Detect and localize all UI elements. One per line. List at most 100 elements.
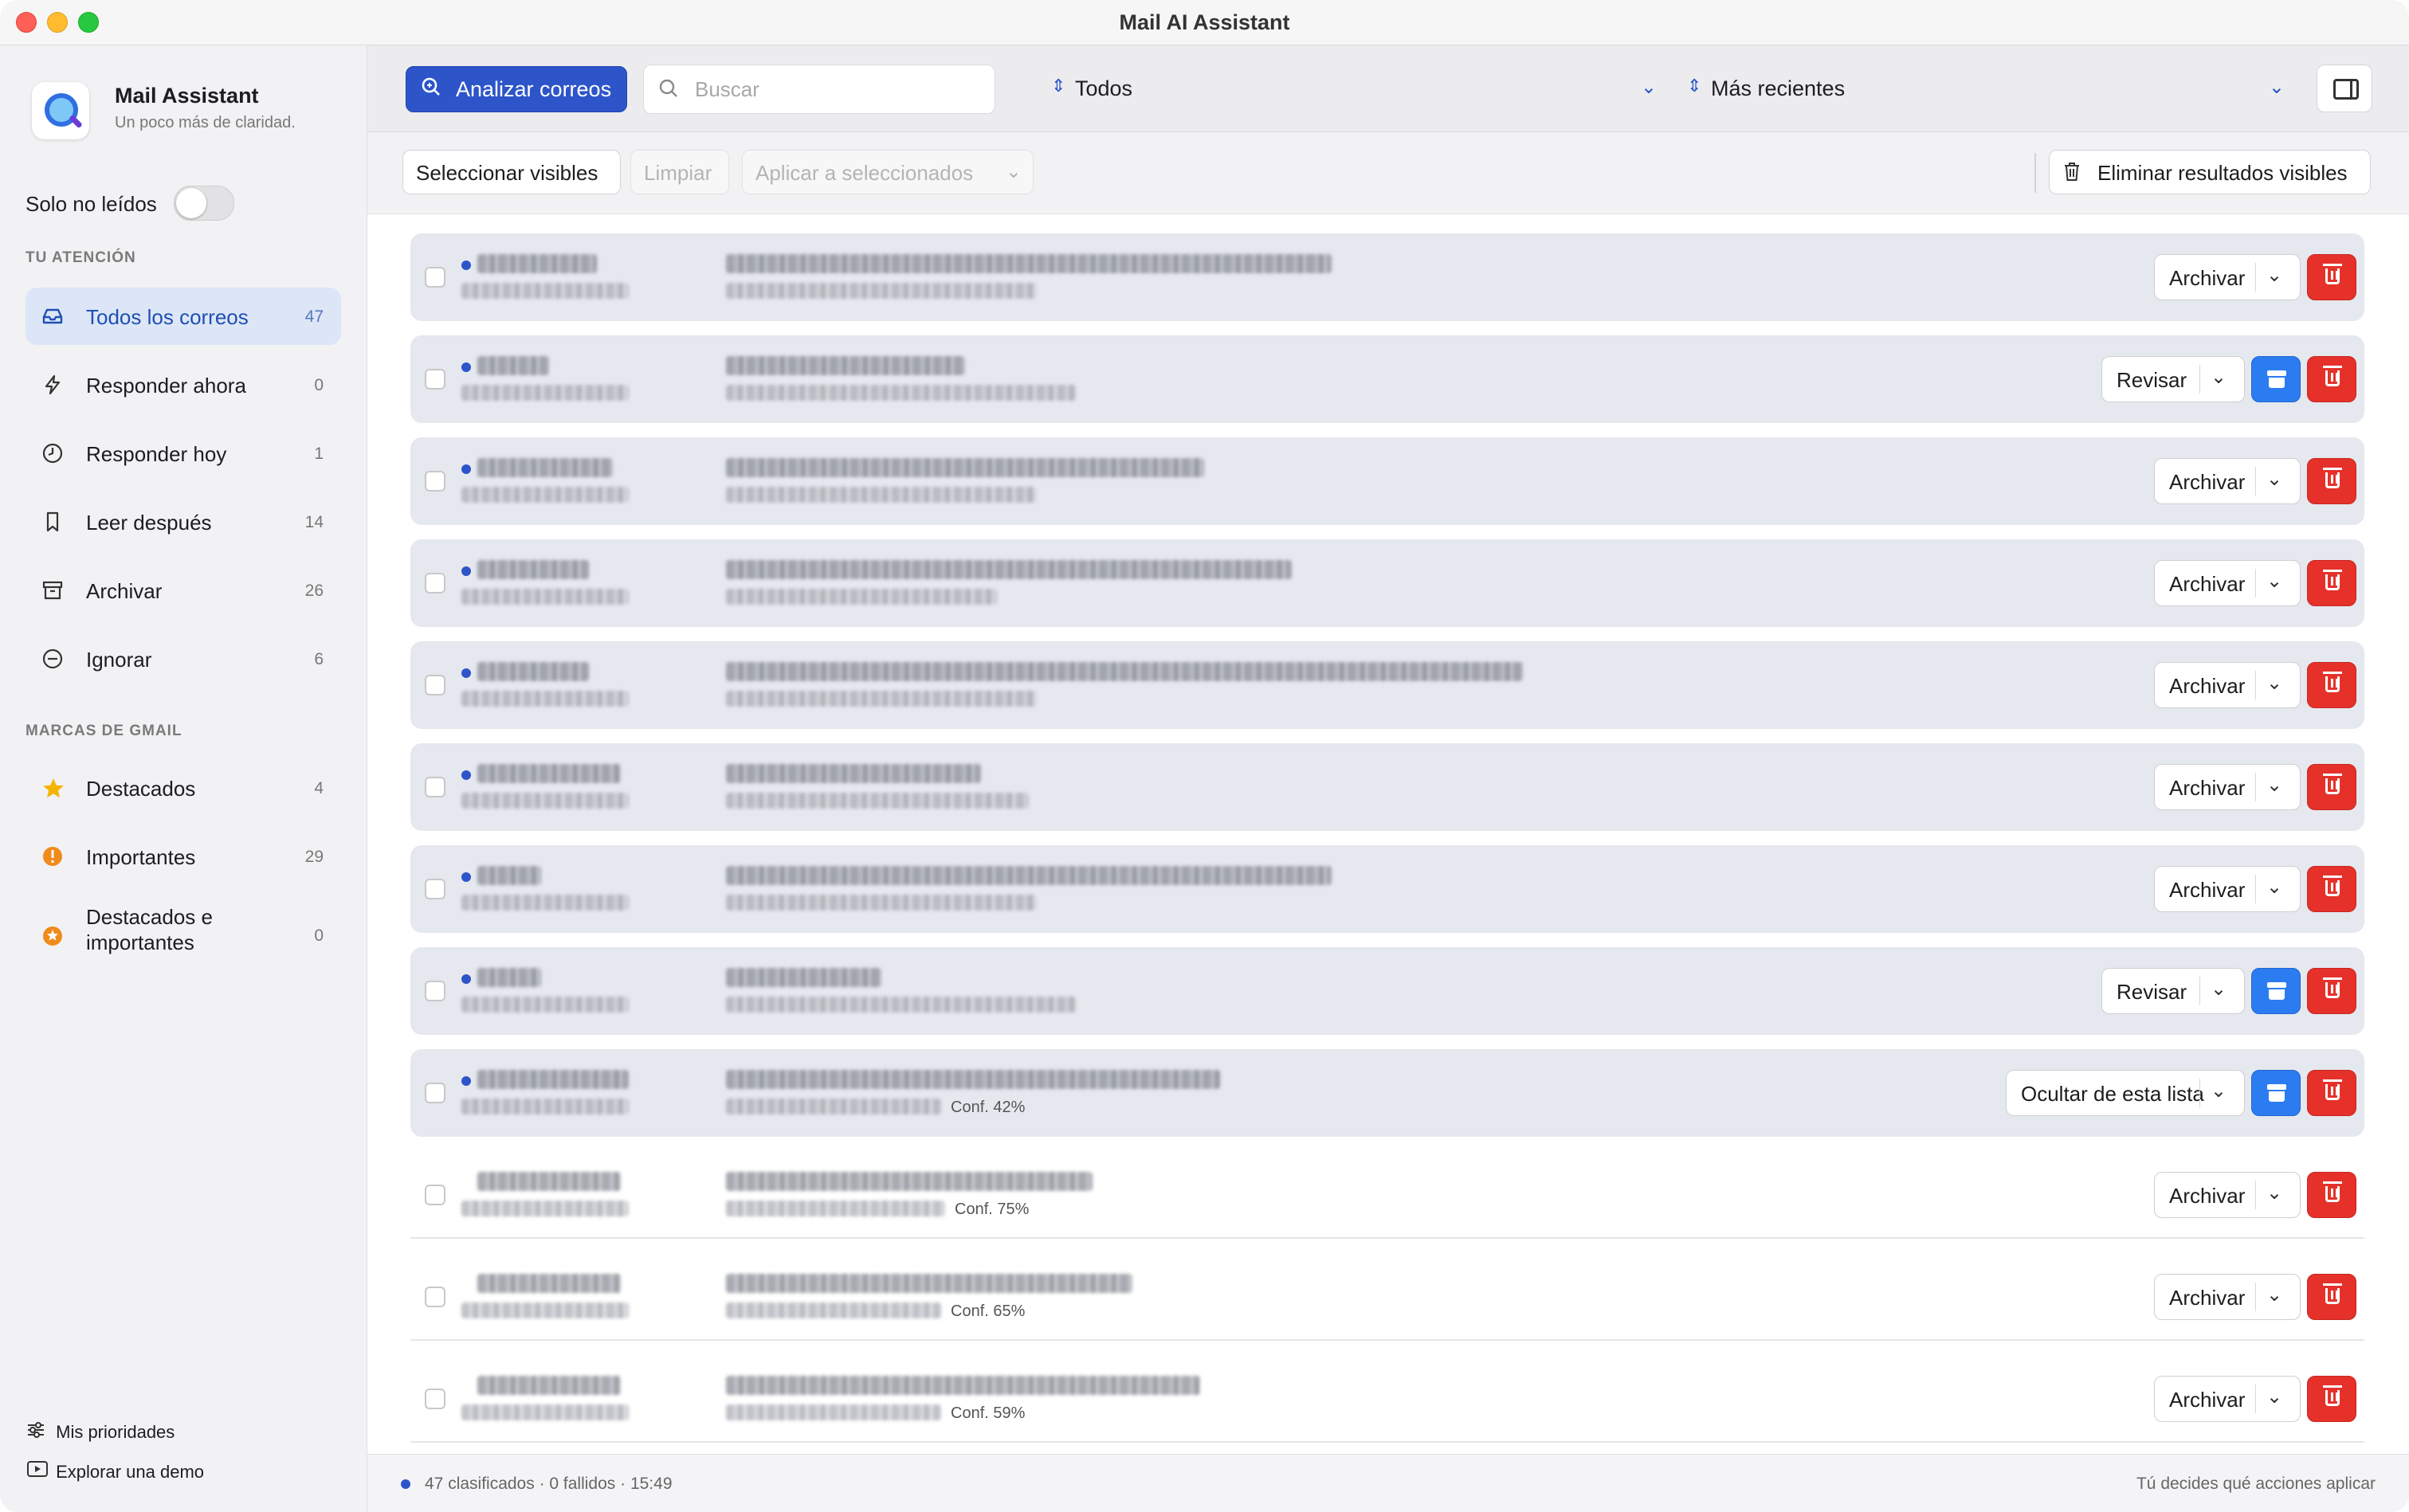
suggested-action-dropdown[interactable]: Archivar ⌄ (2154, 662, 2301, 708)
suggested-action-dropdown[interactable]: Revisar ⌄ (2101, 356, 2245, 402)
email-row[interactable]: Revisar ⌄ (410, 947, 2364, 1035)
delete-button[interactable] (2307, 1376, 2356, 1422)
email-row[interactable]: Archivar ⌄ (410, 845, 2364, 933)
updown-icon: ⇕ (1687, 76, 1702, 96)
sidebar-item-label: Destacados e importantes (86, 905, 213, 954)
delete-button[interactable] (2307, 1274, 2356, 1320)
delete-button[interactable] (2307, 356, 2356, 402)
app-name: Mail Assistant (115, 84, 259, 108)
row-checkbox[interactable] (425, 573, 445, 593)
redacted-date (461, 385, 629, 401)
row-checkbox[interactable] (425, 675, 445, 695)
suggested-action-dropdown[interactable]: Archivar ⌄ (2154, 1274, 2301, 1320)
email-row[interactable]: Conf. 59% Archivar ⌄ (410, 1355, 2364, 1443)
archive-button[interactable] (2251, 968, 2301, 1014)
email-row[interactable]: Conf. 75% Archivar ⌄ (410, 1151, 2364, 1239)
sidebar-item-todos[interactable]: Todos los correos 47 (26, 288, 341, 345)
chevron-down-icon: ⌄ (2266, 876, 2283, 898)
updown-icon: ⇕ (1051, 76, 1066, 96)
row-checkbox[interactable] (425, 369, 445, 390)
redacted-sender (477, 866, 541, 885)
email-row[interactable]: Revisar ⌄ (410, 335, 2364, 423)
redacted-date (461, 895, 629, 911)
search-input[interactable] (693, 75, 983, 104)
row-checkbox[interactable] (425, 267, 445, 288)
delete-visible-button[interactable]: Eliminar resultados visibles (2049, 150, 2371, 194)
redacted-date (461, 1201, 629, 1216)
sidebar-item-destacados[interactable]: Destacados 4 (26, 759, 341, 817)
email-row[interactable]: Archivar ⌄ (410, 233, 2364, 321)
unread-dot (461, 872, 471, 882)
star-icon (41, 777, 64, 799)
email-row[interactable]: Archivar ⌄ (410, 437, 2364, 525)
analyze-emails-button[interactable]: Analizar correos (406, 66, 627, 112)
email-row[interactable]: Conf. 65% Archivar ⌄ (410, 1253, 2364, 1341)
row-checkbox[interactable] (425, 777, 445, 797)
delete-button[interactable] (2307, 662, 2356, 708)
delete-button[interactable] (2307, 968, 2356, 1014)
toggle-sidebar-button[interactable] (2317, 65, 2372, 112)
email-row[interactable]: Archivar ⌄ (410, 743, 2364, 831)
suggested-action-dropdown[interactable]: Archivar ⌄ (2154, 1376, 2301, 1422)
suggested-action-dropdown[interactable]: Archivar ⌄ (2154, 254, 2301, 300)
suggested-action-dropdown[interactable]: Archivar ⌄ (2154, 866, 2301, 912)
sidebar-item-count: 0 (314, 376, 324, 394)
chevron-down-icon: ⌄ (2266, 1284, 2283, 1306)
demo-link[interactable]: Explorar una demo (27, 1460, 204, 1483)
apply-selected-dropdown[interactable]: Aplicar a seleccionados ⌄ (742, 150, 1034, 194)
suggested-action-label: Ocultar de esta lista (2021, 1082, 2204, 1106)
row-checkbox[interactable] (425, 981, 445, 1001)
select-visible-button[interactable]: Seleccionar visibles (402, 150, 621, 194)
suggested-action-dropdown[interactable]: Ocultar de esta lista ⌄ (2006, 1070, 2245, 1116)
row-checkbox[interactable] (425, 1185, 445, 1205)
redacted-preview (726, 1302, 941, 1318)
row-checkbox[interactable] (425, 1389, 445, 1409)
sidebar-item-destacados-importantes[interactable]: Destacados e importantes 0 (26, 896, 341, 976)
row-checkbox[interactable] (425, 1083, 445, 1103)
delete-button[interactable] (2307, 764, 2356, 810)
unread-only-toggle[interactable] (174, 186, 234, 221)
sliders-icon (27, 1422, 51, 1443)
delete-button[interactable] (2307, 560, 2356, 606)
suggested-action-dropdown[interactable]: Revisar ⌄ (2101, 968, 2245, 1014)
trash-icon (2323, 366, 2342, 386)
delete-button[interactable] (2307, 254, 2356, 300)
row-checkbox[interactable] (425, 1287, 445, 1307)
sidebar-item-responder-ahora[interactable]: Responder ahora 0 (26, 356, 341, 413)
clear-button[interactable]: Limpiar (630, 150, 729, 194)
delete-button[interactable] (2307, 458, 2356, 504)
filter-select[interactable]: ⇕ Todos ⌄ (1051, 65, 1657, 112)
clear-label: Limpiar (644, 161, 712, 185)
confidence-label: Conf. 65% (951, 1302, 1026, 1320)
delete-button[interactable] (2307, 1172, 2356, 1218)
sidebar-item-archivar[interactable]: Archivar 26 (26, 562, 341, 619)
email-row[interactable]: Archivar ⌄ (410, 641, 2364, 729)
delete-button[interactable] (2307, 1070, 2356, 1116)
unread-dot (461, 362, 471, 372)
row-checkbox[interactable] (425, 471, 445, 492)
sidebar-item-ignorar[interactable]: Ignorar 6 (26, 630, 341, 687)
sidebar-item-importantes[interactable]: Importantes 29 (26, 828, 341, 885)
archive-button[interactable] (2251, 1070, 2301, 1116)
redacted-preview (726, 895, 1037, 911)
priorities-link[interactable]: Mis prioridades (27, 1422, 175, 1443)
email-row[interactable]: Conf. 42% Ocultar de esta lista ⌄ (410, 1049, 2364, 1137)
email-row[interactable]: Archivar ⌄ (410, 539, 2364, 627)
suggested-action-dropdown[interactable]: Archivar ⌄ (2154, 764, 2301, 810)
sort-select[interactable]: ⇕ Más recientes ⌄ (1687, 65, 2285, 112)
starred-important-icon (41, 925, 64, 947)
suggested-action-dropdown[interactable]: Archivar ⌄ (2154, 458, 2301, 504)
suggested-action-dropdown[interactable]: Archivar ⌄ (2154, 1172, 2301, 1218)
sidebar-item-leer-despues[interactable]: Leer después 14 (26, 493, 341, 550)
redacted-date (461, 1099, 629, 1114)
redacted-sender (477, 1070, 629, 1089)
sidebar-item-responder-hoy[interactable]: Responder hoy 1 (26, 425, 341, 482)
divider (2255, 1283, 2256, 1311)
delete-button[interactable] (2307, 866, 2356, 912)
suggested-action-dropdown[interactable]: Archivar ⌄ (2154, 560, 2301, 606)
archive-button[interactable] (2251, 356, 2301, 402)
sidebar-item-label: Responder hoy (86, 442, 227, 466)
redacted-sender (477, 458, 613, 477)
row-checkbox[interactable] (425, 879, 445, 899)
divider (2255, 671, 2256, 699)
